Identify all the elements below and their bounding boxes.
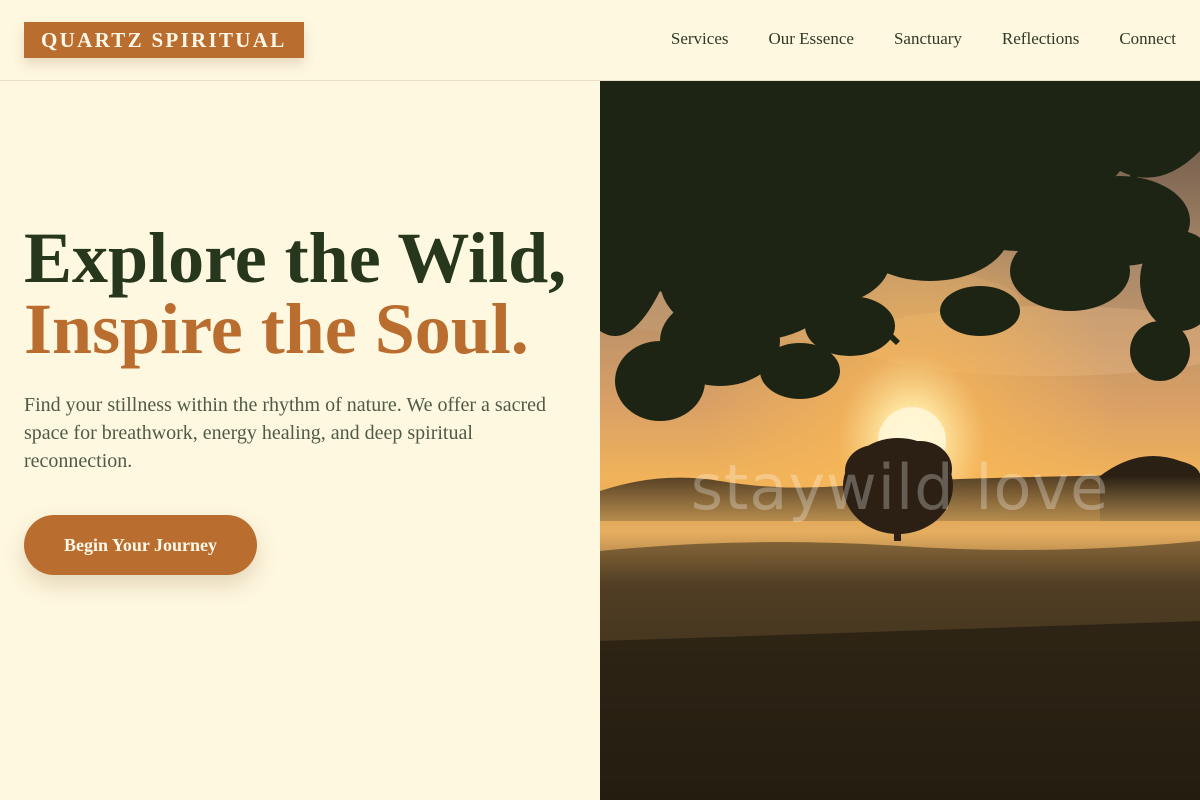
- site-header: QUARTZ SPIRITUAL Services Our Essence Sa…: [0, 0, 1200, 81]
- nav-link-connect[interactable]: Connect: [1119, 28, 1176, 50]
- image-watermark: staywild love: [690, 451, 1110, 524]
- hero-photo: staywild love: [600, 81, 1200, 800]
- headline-line-2: Inspire the Soul.: [24, 289, 529, 369]
- headline-line-1: Explore the Wild,: [24, 218, 567, 298]
- hero-headline: Explore the Wild, Inspire the Soul.: [24, 218, 567, 369]
- brand-logo[interactable]: QUARTZ SPIRITUAL: [24, 22, 304, 58]
- nav-link-reflections[interactable]: Reflections: [1002, 28, 1079, 50]
- sunrise-meadow-illustration: [600, 81, 1200, 800]
- hero-description: Find your stillness within the rhythm of…: [24, 394, 546, 472]
- main-nav: Services Our Essence Sanctuary Reflectio…: [671, 28, 1176, 50]
- nav-link-services[interactable]: Services: [671, 28, 729, 50]
- begin-journey-button[interactable]: Begin Your Journey: [24, 515, 257, 575]
- nav-link-sanctuary[interactable]: Sanctuary: [894, 28, 962, 50]
- nav-link-our-essence[interactable]: Our Essence: [768, 28, 853, 50]
